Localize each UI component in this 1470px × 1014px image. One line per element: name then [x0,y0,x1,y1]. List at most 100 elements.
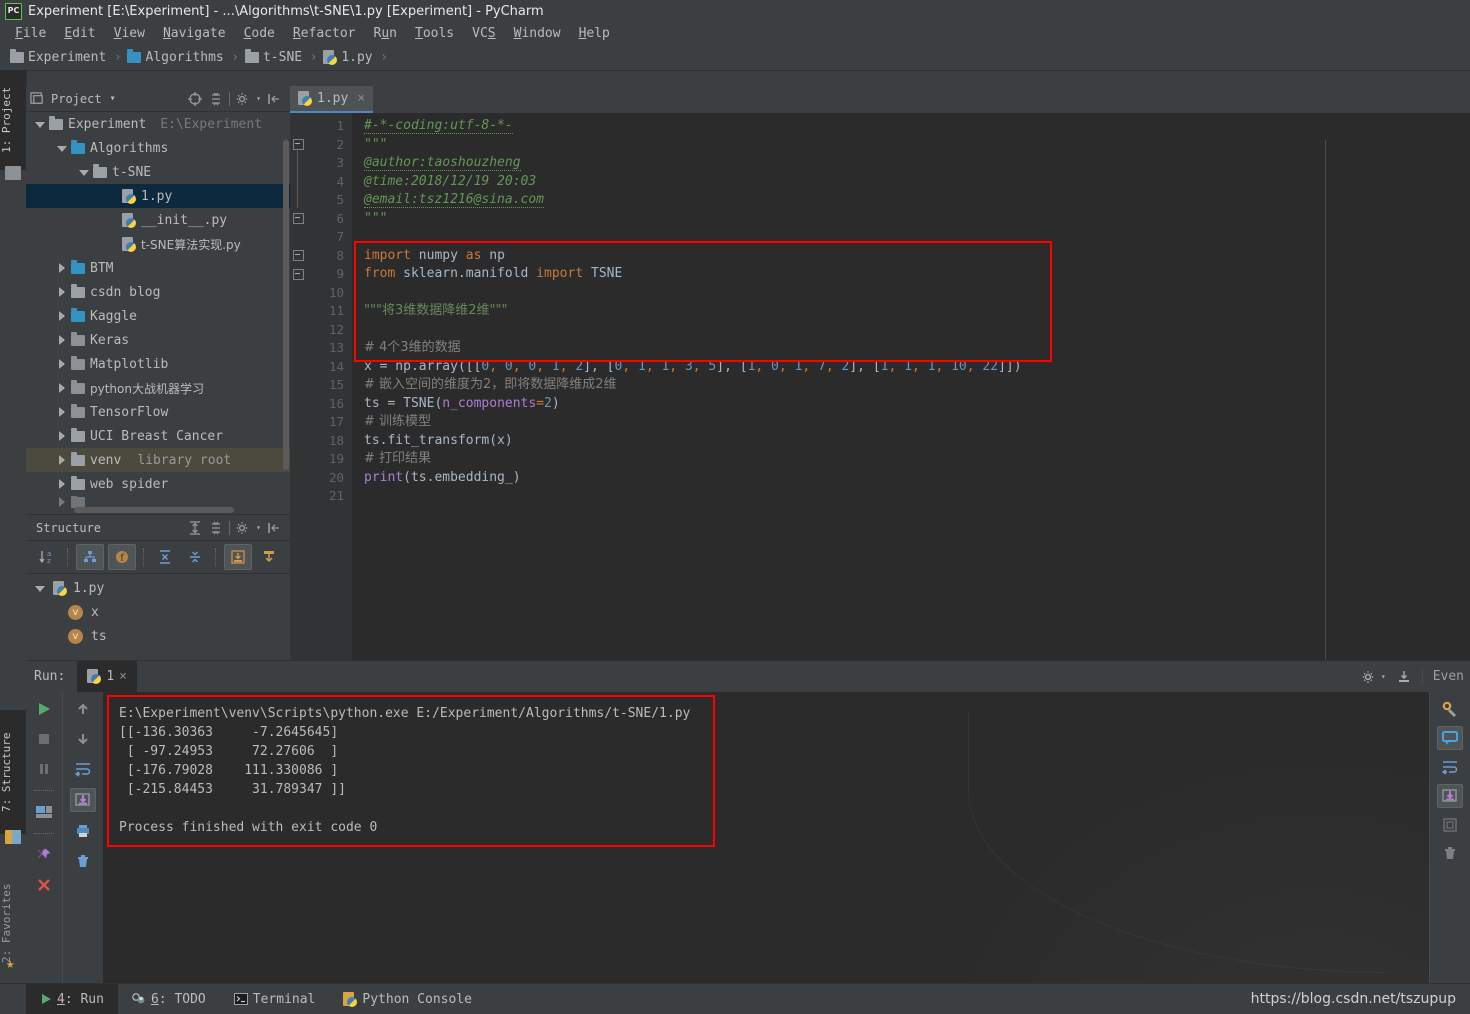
chevron-down-icon[interactable]: ▾ [256,523,261,532]
menu-refactor[interactable]: Refactor [284,26,365,41]
show-inherited-icon[interactable] [76,544,104,570]
status-bar-run[interactable]: 4: Run [26,984,118,1014]
breadcrumb-item-experiment[interactable]: Experiment › [10,48,127,65]
chevron-right-icon[interactable] [56,262,68,274]
chevron-right-icon[interactable] [56,478,68,490]
menu-file[interactable]: File [6,26,55,41]
tree-row-uci[interactable]: UCI Breast Cancer [26,424,290,448]
comment-bubble-icon[interactable] [1437,726,1463,750]
expand-all-icon[interactable] [187,520,203,536]
structure-row-ts[interactable]: v ts [26,624,290,648]
structure-tree[interactable]: 1.py v x v ts [26,574,290,648]
print-icon[interactable] [71,820,95,842]
events-label[interactable]: Even [1421,669,1464,684]
tree-row-keras[interactable]: Keras [26,328,290,352]
collapse-all-icon[interactable] [182,545,208,569]
autoscroll-to-source-icon[interactable] [224,544,252,570]
menu-code[interactable]: Code [235,26,284,41]
expand-all-icon[interactable] [152,545,178,569]
status-bar-python-console[interactable]: Python Console [329,984,486,1014]
status-bar-todo[interactable]: 6: TODO [118,984,220,1014]
close-icon[interactable]: × [119,669,127,684]
gear-icon[interactable] [235,520,251,536]
tree-row-init[interactable]: __init__.py [26,208,290,232]
chevron-right-icon[interactable] [56,454,68,466]
menu-navigate[interactable]: Navigate [154,26,235,41]
structure-row-x[interactable]: v x [26,600,290,624]
sort-alphabetically-icon[interactable]: a z [34,545,60,569]
fold-marker-icon[interactable] [293,250,304,261]
menu-view[interactable]: View [105,26,154,41]
run-tab-1[interactable]: 1 × [77,661,137,692]
collapse-all-icon[interactable] [208,520,224,536]
collapse-all-icon[interactable] [208,91,224,107]
gear-icon[interactable] [235,91,251,107]
run-console[interactable]: E:\Experiment\venv\Scripts\python.exe E:… [103,692,1429,985]
tree-row-experiment[interactable]: Experiment E:\Experiment [26,112,290,136]
settings-wrench-icon[interactable] [1438,698,1462,720]
chevron-right-icon[interactable] [56,286,68,298]
tree-row-tsne-impl[interactable]: t-SNE算法实现.py [26,232,290,256]
tree-row-algorithms[interactable]: Algorithms [26,136,290,160]
project-vertical-scrollbar[interactable] [283,140,289,470]
chevron-down-icon[interactable]: ▾ [256,94,261,103]
show-fields-icon[interactable]: f [108,544,136,570]
autoscroll-from-source-icon[interactable] [256,545,282,569]
project-horizontal-scrollbar[interactable] [74,507,234,513]
close-icon[interactable]: × [357,91,365,106]
chevron-down-icon[interactable] [78,166,90,178]
breadcrumb-item-tsne[interactable]: t-SNE › [244,48,323,65]
close-icon[interactable] [32,874,56,896]
up-arrow-icon[interactable] [71,698,95,720]
chevron-down-icon[interactable]: ▾ [1381,672,1386,681]
pause-icon[interactable] [32,758,56,780]
editor-tab-1py[interactable]: 1.py × [290,86,374,113]
chevron-down-icon[interactable] [34,582,46,594]
menu-run[interactable]: Run [365,26,406,41]
tree-row-kaggle[interactable]: Kaggle [26,304,290,328]
chevron-down-icon[interactable] [34,118,46,130]
sidebar-item-structure[interactable]: 7: Structure [0,710,26,834]
chevron-right-icon[interactable] [56,382,68,394]
menu-edit[interactable]: Edit [55,26,104,41]
menu-window[interactable]: Window [505,26,570,41]
breadcrumb-item-algorithms[interactable]: Algorithms › [127,48,244,65]
fold-marker-icon[interactable] [293,269,304,280]
code-text[interactable]: #-*-coding:utf-8-*- """ @author:taoshouz… [352,113,1470,660]
tree-row-matplotlib[interactable]: Matplotlib [26,352,290,376]
chevron-right-icon[interactable] [56,358,68,370]
tree-row-tsne[interactable]: t-SNE [26,160,290,184]
trash-icon[interactable] [71,850,95,872]
restore-layout-icon[interactable] [32,801,56,823]
chevron-right-icon[interactable] [56,310,68,322]
tree-row-web-spider[interactable]: web spider [26,472,290,496]
sidebar-item-project[interactable]: 1: Project [0,70,26,170]
tree-row-btm[interactable]: BTM [26,256,290,280]
checkbox-icon[interactable] [1438,814,1462,836]
tree-row-1py[interactable]: 1.py [26,184,290,208]
fold-marker-icon[interactable] [293,139,304,150]
breadcrumb-item-file[interactable]: 1.py › [323,49,394,65]
locate-target-icon[interactable] [187,91,203,107]
tree-row-tensorflow[interactable]: TensorFlow [26,400,290,424]
tree-row-python-ml[interactable]: python大战机器学习 [26,376,290,400]
soft-wrap-icon[interactable] [1438,756,1462,778]
trash-icon[interactable] [1438,842,1462,864]
chevron-down-icon[interactable] [56,142,68,154]
structure-row-file[interactable]: 1.py [26,576,290,600]
stop-icon[interactable] [32,728,56,750]
pin-tab-icon[interactable] [32,844,56,866]
hide-panel-icon[interactable] [266,520,282,536]
scroll-to-end-icon[interactable] [70,788,96,812]
chevron-right-icon[interactable] [56,430,68,442]
soft-wrap-icon[interactable] [71,758,95,780]
hide-panel-icon[interactable] [266,91,282,107]
fold-marker-icon[interactable] [293,213,304,224]
menu-tools[interactable]: Tools [406,26,463,41]
chevron-right-icon[interactable] [56,334,68,346]
down-arrow-icon[interactable] [71,728,95,750]
scroll-to-end-icon[interactable] [1396,669,1412,685]
menu-help[interactable]: Help [570,26,619,41]
run-icon[interactable] [32,698,56,720]
tree-row-csdn-blog[interactable]: csdn blog [26,280,290,304]
